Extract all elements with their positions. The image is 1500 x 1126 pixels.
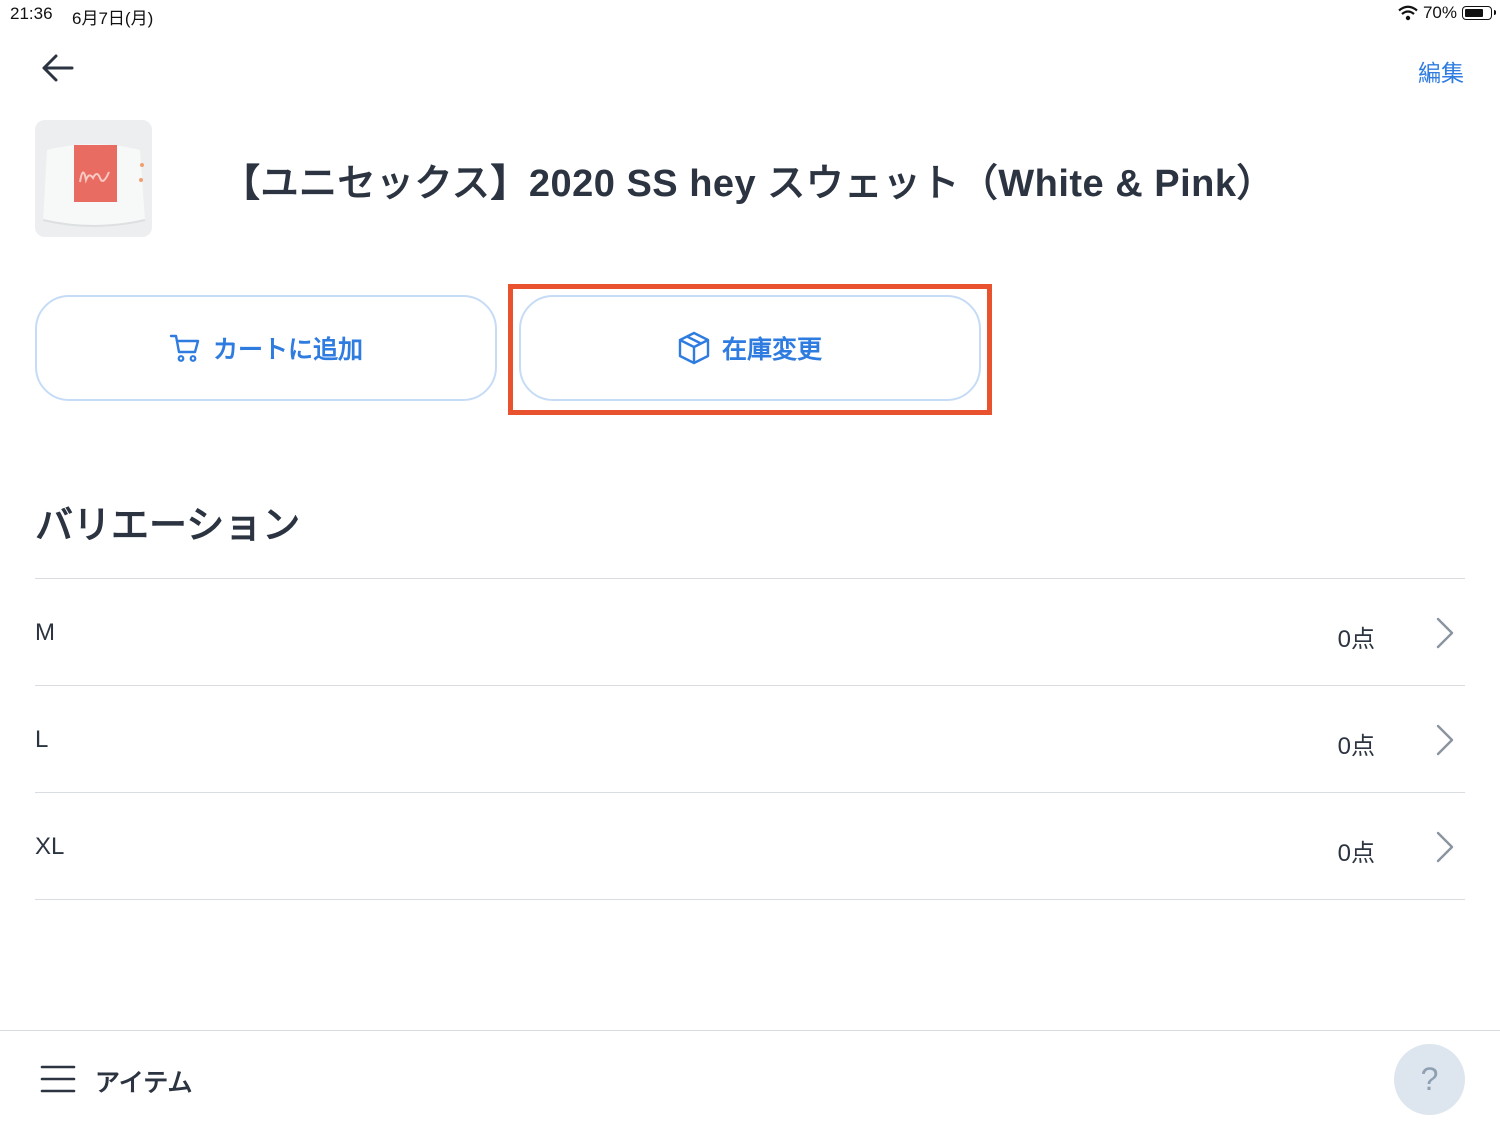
back-button[interactable] — [36, 48, 80, 88]
highlight-frame — [508, 284, 992, 415]
variation-count: 0点 — [1337, 626, 1375, 653]
status-time: 21:36 — [10, 4, 53, 23]
add-to-cart-label: カートに追加 — [212, 336, 363, 364]
cart-icon — [169, 334, 200, 362]
variation-count: 0点 — [1337, 733, 1375, 760]
bottom-bar-label: アイテム — [95, 1069, 193, 1097]
help-button[interactable]: ? — [1394, 1044, 1465, 1115]
bottom-bar: アイテム ? — [0, 1030, 1500, 1126]
chevron-right-icon — [1436, 831, 1454, 863]
status-date: 6月7日(月) — [72, 9, 154, 28]
variation-row-m[interactable]: M 0点 — [35, 578, 1465, 685]
variation-count: 0点 — [1337, 840, 1375, 867]
variation-size: XL — [35, 833, 65, 860]
status-right: 70% — [1398, 3, 1496, 23]
menu-icon[interactable] — [40, 1064, 76, 1094]
chevron-right-icon — [1436, 724, 1454, 756]
variation-size: L — [35, 726, 49, 753]
product-thumbnail — [35, 120, 152, 237]
back-arrow-icon — [42, 54, 74, 82]
variation-list: M 0点 L 0点 XL 0点 — [35, 578, 1465, 900]
edit-button[interactable]: 編集 — [1418, 54, 1464, 88]
variation-row-l[interactable]: L 0点 — [35, 685, 1465, 792]
status-bar: 21:36 6月7日(月) 70% — [0, 0, 1500, 30]
product-title: 【ユニセックス】2020 SS hey スウェット（White & Pink） — [222, 163, 1275, 205]
variation-size: M — [35, 619, 55, 646]
wifi-icon — [1398, 5, 1418, 21]
variations-title: バリエーション — [35, 505, 301, 547]
battery-icon — [1462, 6, 1496, 20]
add-to-cart-button[interactable]: カートに追加 — [35, 295, 497, 401]
chevron-right-icon — [1436, 617, 1454, 649]
variation-row-xl[interactable]: XL 0点 — [35, 792, 1465, 900]
battery-percent: 70% — [1422, 3, 1457, 22]
